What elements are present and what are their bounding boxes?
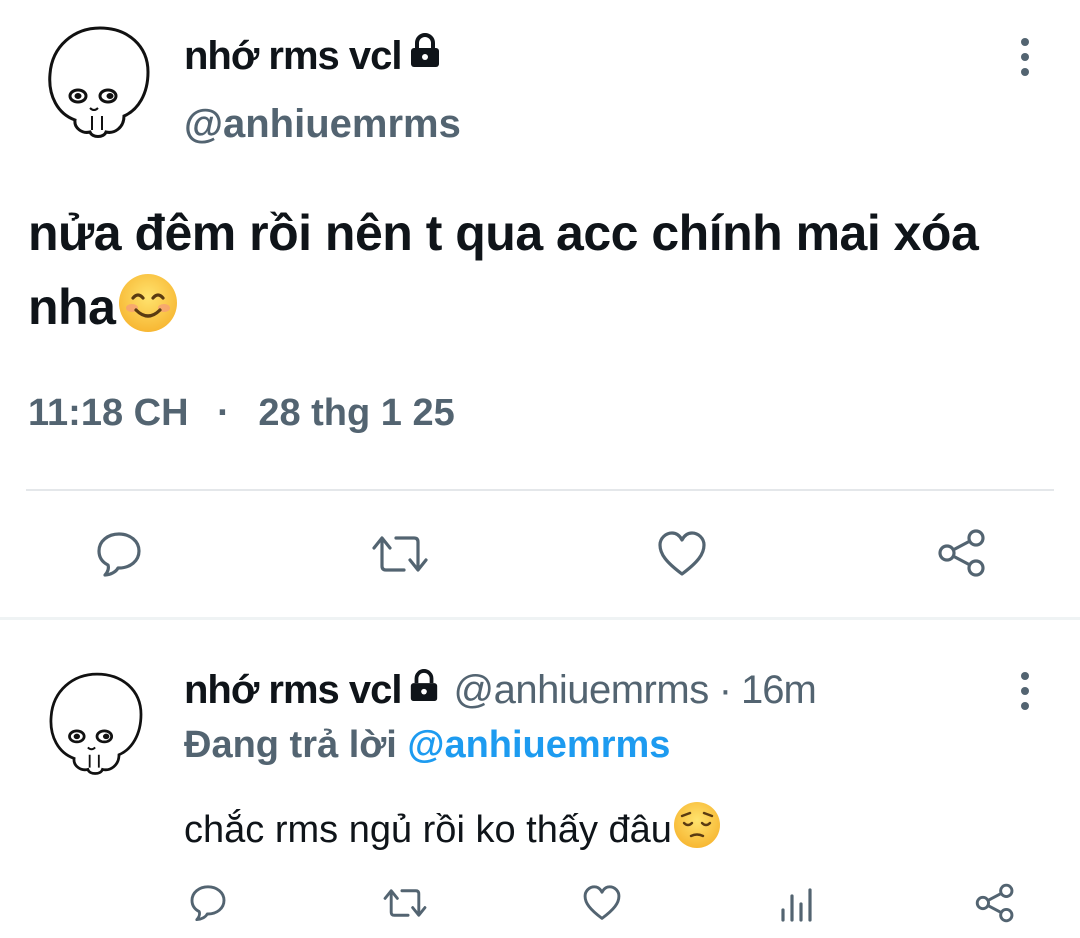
- like-icon[interactable]: [582, 884, 622, 922]
- replying-prefix: Đang trả lời: [184, 724, 397, 766]
- timestamp-row: 11:18 CH · 28 thg 1 25: [28, 392, 455, 435]
- meta-separator: ·: [217, 392, 230, 434]
- replying-to: Đang trả lời @anhiuemrms: [184, 724, 670, 767]
- handle[interactable]: @anhiuemrms: [184, 102, 461, 147]
- tweet-text-line-2: nha: [28, 279, 116, 335]
- retweet-icon[interactable]: [370, 530, 430, 578]
- tweet-age[interactable]: 16m: [741, 668, 817, 713]
- pensive-face-emoji: [672, 800, 722, 861]
- tweet-time[interactable]: 11:18 CH: [28, 392, 189, 434]
- lock-icon: [408, 33, 442, 79]
- reply-header: nhớ rms vcl @anhiuemrms · 16m: [184, 664, 817, 716]
- retweet-icon[interactable]: [382, 884, 428, 922]
- share-icon[interactable]: [936, 528, 988, 578]
- display-name-text[interactable]: nhớ rms vcl: [184, 668, 403, 713]
- display-name[interactable]: nhớ rms vcl: [184, 30, 442, 82]
- lock-icon: [408, 668, 440, 713]
- tweet-text-line-1: nửa đêm rồi nên t qua acc chính mai xóa: [28, 205, 979, 261]
- avatar[interactable]: [40, 16, 160, 138]
- views-icon[interactable]: [780, 886, 814, 922]
- meta-separator: ·: [718, 667, 732, 712]
- reply-text-content: chắc rms ngủ rồi ko thấy đâu: [184, 809, 672, 851]
- divider: [0, 617, 1080, 620]
- more-options-icon[interactable]: [1018, 38, 1032, 76]
- replying-to-link[interactable]: @anhiuemrms: [407, 724, 670, 766]
- tweet-date[interactable]: 28 thg 1 25: [258, 392, 454, 434]
- reply-icon[interactable]: [94, 528, 144, 578]
- smiling-face-emoji: [117, 272, 179, 354]
- more-options-icon[interactable]: [1018, 672, 1032, 710]
- reply-text: chắc rms ngủ rồi ko thấy đâu: [184, 800, 722, 861]
- avatar[interactable]: [42, 660, 152, 778]
- tweet-text: nửa đêm rồi nên t qua acc chính mai xóa …: [28, 196, 1058, 354]
- like-icon[interactable]: [656, 530, 708, 578]
- display-name-text[interactable]: nhớ rms vcl: [184, 34, 403, 79]
- handle[interactable]: @anhiuemrms: [454, 668, 710, 713]
- reply-icon[interactable]: [188, 882, 228, 922]
- divider: [26, 489, 1054, 491]
- share-icon[interactable]: [974, 882, 1016, 924]
